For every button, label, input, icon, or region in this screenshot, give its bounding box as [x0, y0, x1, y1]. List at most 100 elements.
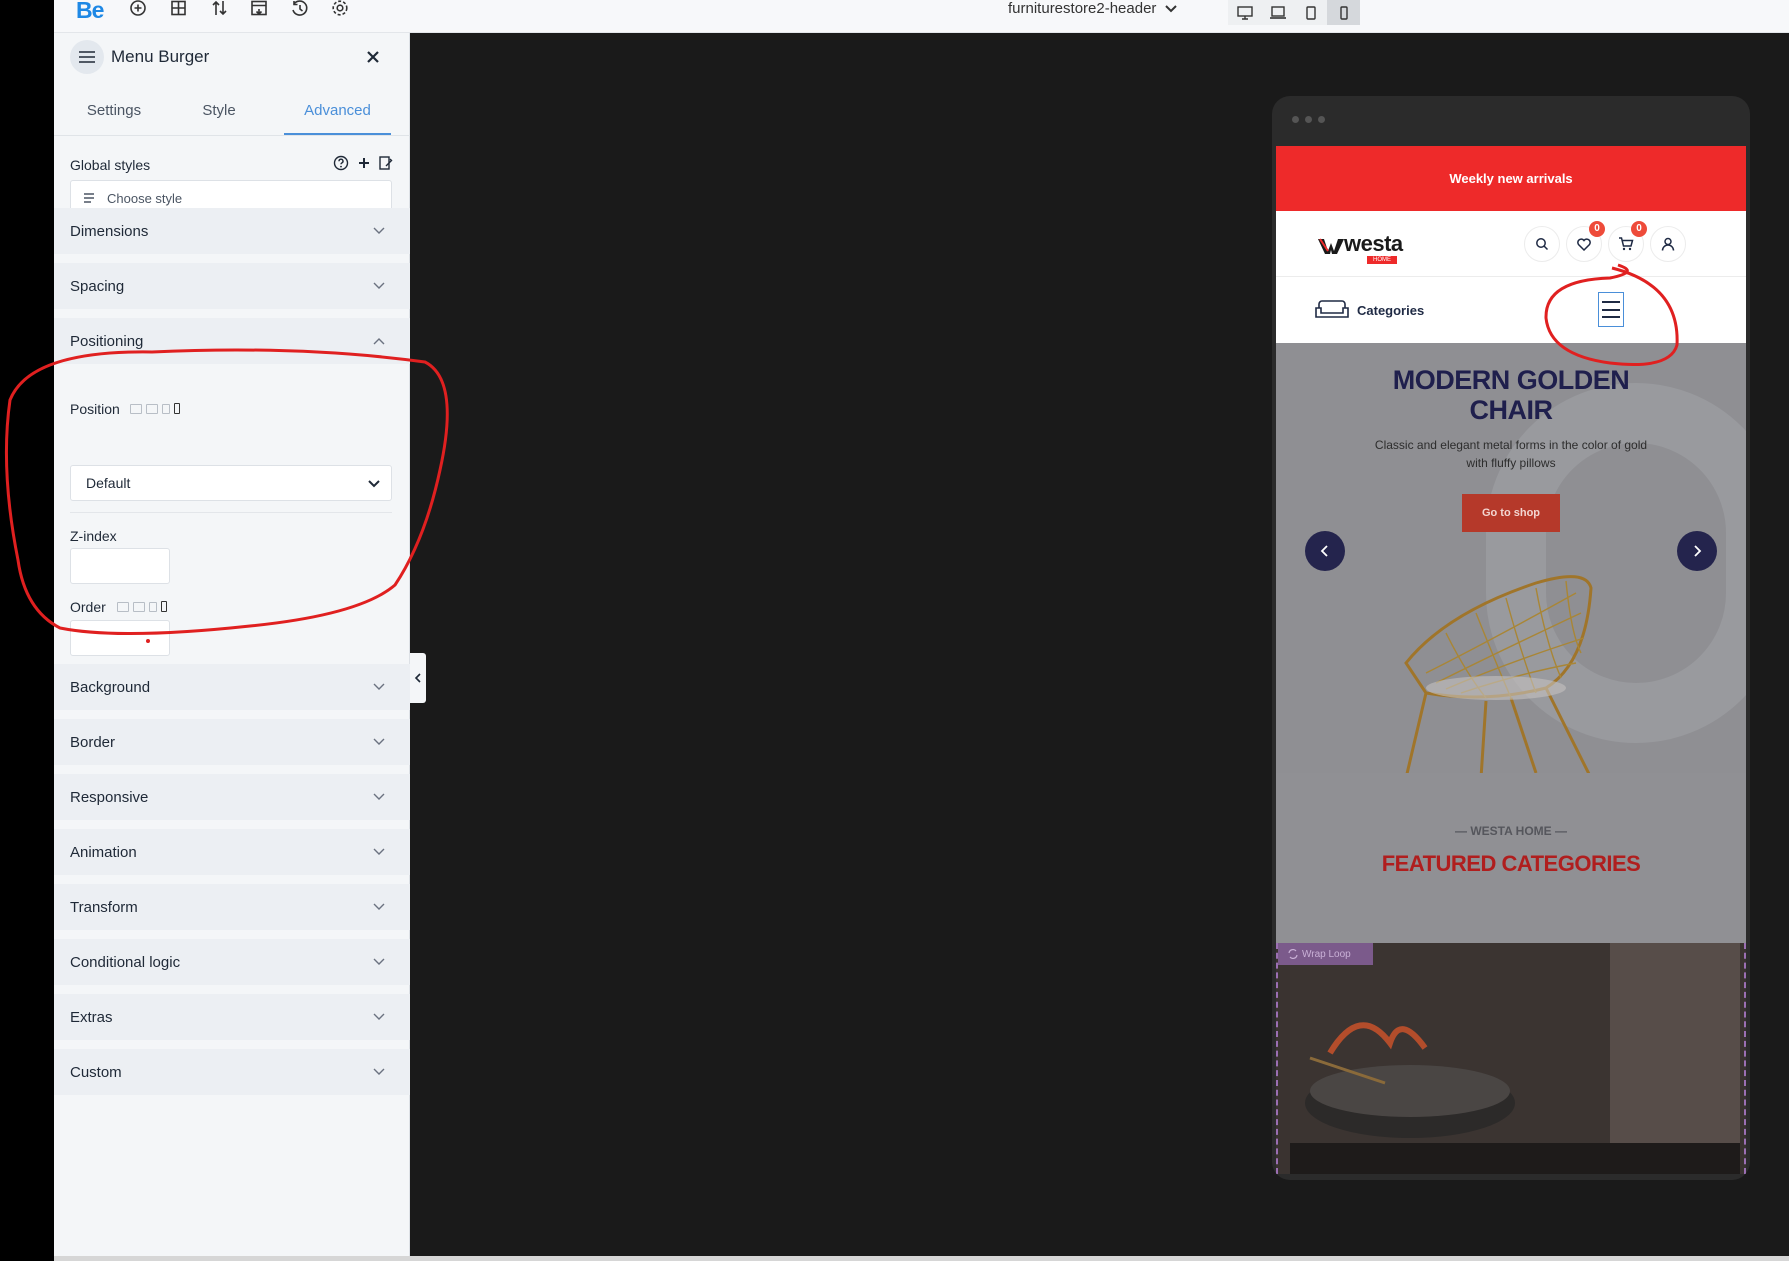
document-selector[interactable]: furniturestore2-header: [1008, 0, 1178, 18]
tab-settings[interactable]: Settings: [74, 86, 154, 136]
window-dot: [1318, 116, 1325, 123]
tablet-icon[interactable]: [149, 601, 157, 612]
collapse-panel-button[interactable]: [410, 653, 426, 703]
desktop-icon[interactable]: [1228, 0, 1261, 25]
zindex-input[interactable]: [70, 548, 170, 584]
order-label: Order: [70, 599, 106, 615]
section-transform[interactable]: Transform: [54, 884, 410, 930]
wishlist-button[interactable]: 0: [1566, 221, 1605, 262]
mobile-icon[interactable]: [161, 601, 167, 612]
close-icon[interactable]: [361, 45, 385, 69]
chevron-down-icon: [1164, 4, 1178, 14]
list-icon: [83, 193, 95, 203]
mobile-icon[interactable]: [1327, 0, 1360, 25]
section-dimensions-label: Dimensions: [70, 222, 149, 240]
preview-screen: Weekly new arrivals westa HOME 0 0 Categ…: [1276, 146, 1746, 1174]
section-animation-label: Animation: [70, 843, 137, 861]
chevron-down-icon: [372, 955, 386, 969]
burger-line: [1602, 300, 1620, 303]
site-header: westa HOME 0 0: [1276, 211, 1746, 277]
order-device-toggles: [117, 601, 167, 612]
loop-icon: [1288, 949, 1298, 959]
burger-line: [1602, 308, 1620, 311]
hero-title-line: MODERN GOLDEN: [1392, 365, 1630, 395]
mobile-preview-frame: Weekly new arrivals westa HOME 0 0 Categ…: [1272, 96, 1750, 1180]
mobile-icon[interactable]: [174, 403, 180, 414]
plus-circle-icon[interactable]: [128, 0, 150, 20]
chevron-down-icon: [372, 790, 386, 804]
window-dot: [1305, 116, 1312, 123]
active-tab-indicator: [284, 133, 391, 135]
user-icon[interactable]: [1650, 226, 1686, 262]
section-positioning-label: Positioning: [70, 332, 144, 350]
divider: [70, 512, 392, 513]
history-icon[interactable]: [290, 0, 312, 20]
go-to-shop-button[interactable]: Go to shop: [1462, 494, 1560, 532]
section-animation[interactable]: Animation: [54, 829, 410, 875]
section-conditional-logic-label: Conditional logic: [70, 953, 181, 971]
brand-name: westa: [1344, 231, 1403, 256]
desktop-icon[interactable]: [130, 403, 142, 414]
laptop-icon[interactable]: [146, 403, 158, 414]
chevron-down-icon: [372, 224, 386, 238]
section-dimensions[interactable]: Dimensions: [54, 208, 410, 254]
cooking-pan-image: [1290, 943, 1740, 1174]
tablet-icon[interactable]: [1294, 0, 1327, 25]
gold-chair-image: [1404, 575, 1593, 773]
section-spacing[interactable]: Spacing: [54, 263, 410, 309]
tab-advanced[interactable]: Advanced: [284, 86, 391, 136]
slider-next-button[interactable]: [1677, 531, 1717, 571]
edit-style-icon[interactable]: [378, 155, 396, 173]
cart-count-badge: 0: [1631, 221, 1647, 237]
hamburger-icon: [70, 40, 104, 74]
section-responsive[interactable]: Responsive: [54, 774, 410, 820]
section-custom-label: Custom: [70, 1063, 122, 1081]
brand-logo[interactable]: westa: [1318, 233, 1403, 255]
device-switcher: [1228, 0, 1360, 25]
chevron-down-icon: [372, 735, 386, 749]
chevron-down-icon: [372, 1065, 386, 1079]
tablet-icon[interactable]: [162, 403, 170, 414]
help-icon[interactable]: [333, 155, 351, 173]
section-background[interactable]: Background: [54, 664, 410, 710]
section-border[interactable]: Border: [54, 719, 410, 765]
section-background-label: Background: [70, 678, 151, 696]
slider-prev-button[interactable]: [1305, 531, 1345, 571]
cart-button[interactable]: 0: [1608, 221, 1647, 262]
plus-icon[interactable]: [356, 155, 374, 173]
search-icon[interactable]: [1524, 226, 1560, 262]
sort-icon[interactable]: [210, 0, 232, 20]
document-title: furniturestore2-header: [1008, 0, 1157, 17]
section-responsive-label: Responsive: [70, 788, 149, 806]
featured-kicker: — WESTA HOME —: [1455, 824, 1567, 838]
tab-style[interactable]: Style: [179, 86, 259, 136]
laptop-icon[interactable]: [1261, 0, 1294, 25]
menu-burger-button[interactable]: [1598, 292, 1624, 327]
section-custom[interactable]: Custom: [54, 1049, 410, 1095]
cart-icon: [1618, 237, 1634, 251]
section-extras[interactable]: Extras: [54, 994, 410, 1040]
wrap-loop-container[interactable]: Wrap Loop: [1276, 943, 1746, 1174]
chevron-down-icon: [372, 1010, 386, 1024]
section-conditional-logic[interactable]: Conditional logic: [54, 939, 410, 985]
wishlist-count-badge: 0: [1589, 221, 1605, 237]
section-extras-label: Extras: [70, 1008, 113, 1026]
desktop-icon[interactable]: [117, 601, 129, 612]
section-border-label: Border: [70, 733, 116, 751]
position-select-value: Default: [86, 475, 131, 491]
element-settings-panel: Menu Burger Settings Style Advanced Glob…: [54, 33, 426, 1261]
chevron-left-icon: [1320, 545, 1330, 557]
builder-logo[interactable]: Be: [76, 0, 104, 22]
featured-categories-section: — WESTA HOME — FEATURED CATEGORIES: [1276, 773, 1746, 943]
template-icon[interactable]: [249, 0, 271, 20]
layout-add-icon[interactable]: [169, 0, 191, 20]
chevron-down-icon: [372, 845, 386, 859]
categories-link[interactable]: Categories: [1357, 303, 1424, 318]
left-black-strip: [0, 0, 54, 1261]
section-positioning[interactable]: Positioning: [54, 318, 410, 364]
gear-icon[interactable]: [330, 0, 352, 20]
position-select[interactable]: Default: [70, 465, 392, 501]
laptop-icon[interactable]: [133, 601, 145, 612]
position-label: Position: [70, 401, 120, 417]
order-input[interactable]: [70, 620, 170, 656]
